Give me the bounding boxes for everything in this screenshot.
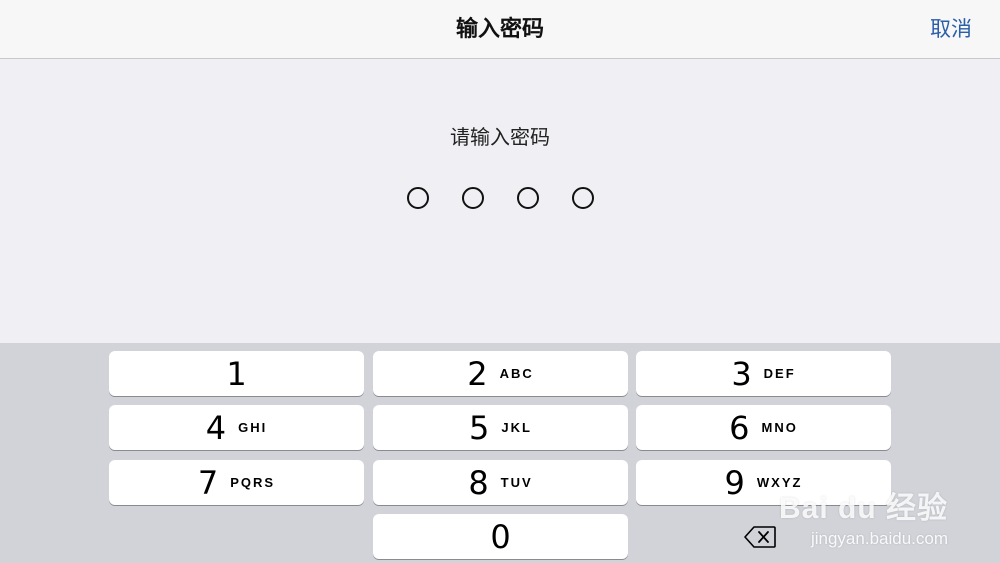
- cancel-button[interactable]: 取消: [930, 0, 972, 59]
- passcode-dot: [516, 187, 539, 209]
- passcode-area: 请输入密码: [0, 59, 1000, 343]
- key-8[interactable]: 8 TUV: [373, 460, 628, 505]
- key-2[interactable]: 2 ABC: [373, 351, 628, 396]
- delete-button[interactable]: [636, 514, 891, 559]
- nav-bar: 输入密码 取消: [0, 0, 1000, 59]
- key-digit: 4: [205, 408, 227, 447]
- key-digit: 7: [197, 463, 219, 502]
- key-letters: ABC: [499, 366, 534, 381]
- key-letters: PQRS: [230, 475, 276, 490]
- key-digit: 6: [729, 408, 750, 447]
- key-digit: 5: [469, 408, 490, 447]
- key-letters: MNO: [761, 420, 798, 435]
- key-letters: GHI: [238, 420, 268, 435]
- passcode-dot: [571, 187, 594, 209]
- key-0[interactable]: 0: [373, 514, 628, 559]
- key-letters: TUV: [500, 475, 533, 490]
- key-4[interactable]: 4 GHI: [109, 405, 364, 450]
- key-6[interactable]: 6 MNO: [636, 405, 891, 450]
- key-5[interactable]: 5 JKL: [373, 405, 628, 450]
- key-1[interactable]: 1: [109, 351, 364, 396]
- key-letters: WXYZ: [756, 475, 803, 490]
- passcode-dot: [406, 187, 429, 209]
- key-3[interactable]: 3 DEF: [636, 351, 891, 396]
- key-digit: 1: [226, 354, 247, 393]
- numeric-keypad: 1 2 ABC 3 DEF 4 GHI 5 JKL 6 MNO 7 PQRS 8…: [0, 343, 1000, 563]
- key-digit: 9: [724, 463, 745, 502]
- key-digit: 3: [731, 354, 752, 393]
- key-digit: 2: [467, 354, 488, 393]
- key-letters: JKL: [501, 420, 532, 435]
- page-title: 输入密码: [455, 17, 544, 42]
- passcode-dot: [461, 187, 484, 209]
- key-digit: 8: [468, 463, 489, 502]
- passcode-dots: [0, 187, 1000, 209]
- key-letters: DEF: [763, 366, 796, 381]
- key-7[interactable]: 7 PQRS: [109, 460, 364, 505]
- key-digit: 0: [490, 517, 511, 556]
- passcode-prompt: 请输入密码: [450, 125, 550, 149]
- backspace-icon: [743, 525, 776, 548]
- key-9[interactable]: 9 WXYZ: [636, 460, 891, 505]
